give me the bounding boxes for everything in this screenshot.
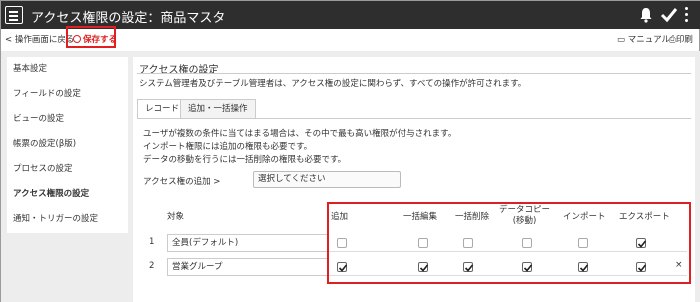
- sidebar: 基本設定 フィールドの設定 ビューの設定 帳票の設定(β版) プロセスの設定 ア…: [7, 57, 128, 233]
- sidebar-item-views[interactable]: ビューの設定: [7, 107, 128, 132]
- add-access-label: アクセス権の追加 >: [143, 177, 221, 187]
- add-access-select[interactable]: 選択してください: [253, 171, 401, 188]
- sidebar-item-reports[interactable]: 帳票の設定(β版): [7, 132, 128, 157]
- sidebar-item-basic[interactable]: 基本設定: [7, 57, 128, 82]
- print-label: 印刷: [675, 35, 693, 45]
- check-icon[interactable]: [660, 6, 678, 24]
- description-line: インポート権限には追加の権限も必要です。: [143, 142, 313, 152]
- print-button[interactable]: ⎙印刷: [669, 33, 693, 45]
- tab-bulk-operations[interactable]: 追加・一括操作: [180, 99, 256, 119]
- description-line: ユーザが複数の条件に当てはまる場合は、その中で最も高い権限が付与されます。: [143, 129, 457, 139]
- sidebar-item-notifications[interactable]: 通知・トリガーの設定: [7, 207, 128, 232]
- row-number: 1: [149, 237, 155, 247]
- row-number: 2: [149, 261, 155, 271]
- chevron-left-icon: <: [5, 35, 15, 45]
- save-label: 保存する: [83, 35, 118, 45]
- column-header-target: 対象: [167, 212, 185, 222]
- sidebar-item-access[interactable]: アクセス権限の設定: [7, 182, 128, 207]
- section-note: システム管理者及びテーブル管理者は、アクセス権の設定に関わらず、すべての操作が許…: [139, 79, 527, 89]
- permission-highlight: [327, 202, 691, 284]
- row-target-name: 全員(デフォルト): [167, 234, 329, 252]
- back-button[interactable]: < 操作画面に戻る: [5, 33, 74, 45]
- page-title: アクセス権限の設定：商品マスタ: [31, 11, 226, 26]
- more-icon[interactable]: [685, 7, 689, 23]
- manual-button[interactable]: ▭ マニュアル: [617, 33, 670, 45]
- book-icon: ▭: [617, 35, 626, 45]
- menu-icon[interactable]: [5, 6, 23, 24]
- printer-icon: ⎙: [669, 35, 676, 45]
- row-target-name: 営業グループ: [167, 258, 329, 276]
- bell-icon[interactable]: [639, 7, 653, 23]
- save-button[interactable]: 保存する: [73, 33, 117, 45]
- manual-label: マニュアル: [627, 35, 670, 45]
- divider: [137, 73, 691, 74]
- divider: [137, 118, 691, 119]
- sidebar-item-process[interactable]: プロセスの設定: [7, 157, 128, 182]
- sidebar-item-fields[interactable]: フィールドの設定: [7, 82, 128, 107]
- circle-icon: [73, 35, 81, 43]
- app-header: アクセス権限の設定：商品マスタ: [1, 1, 700, 29]
- description-line: データの移動を行うには一括削除の権限も必要です。: [143, 155, 347, 165]
